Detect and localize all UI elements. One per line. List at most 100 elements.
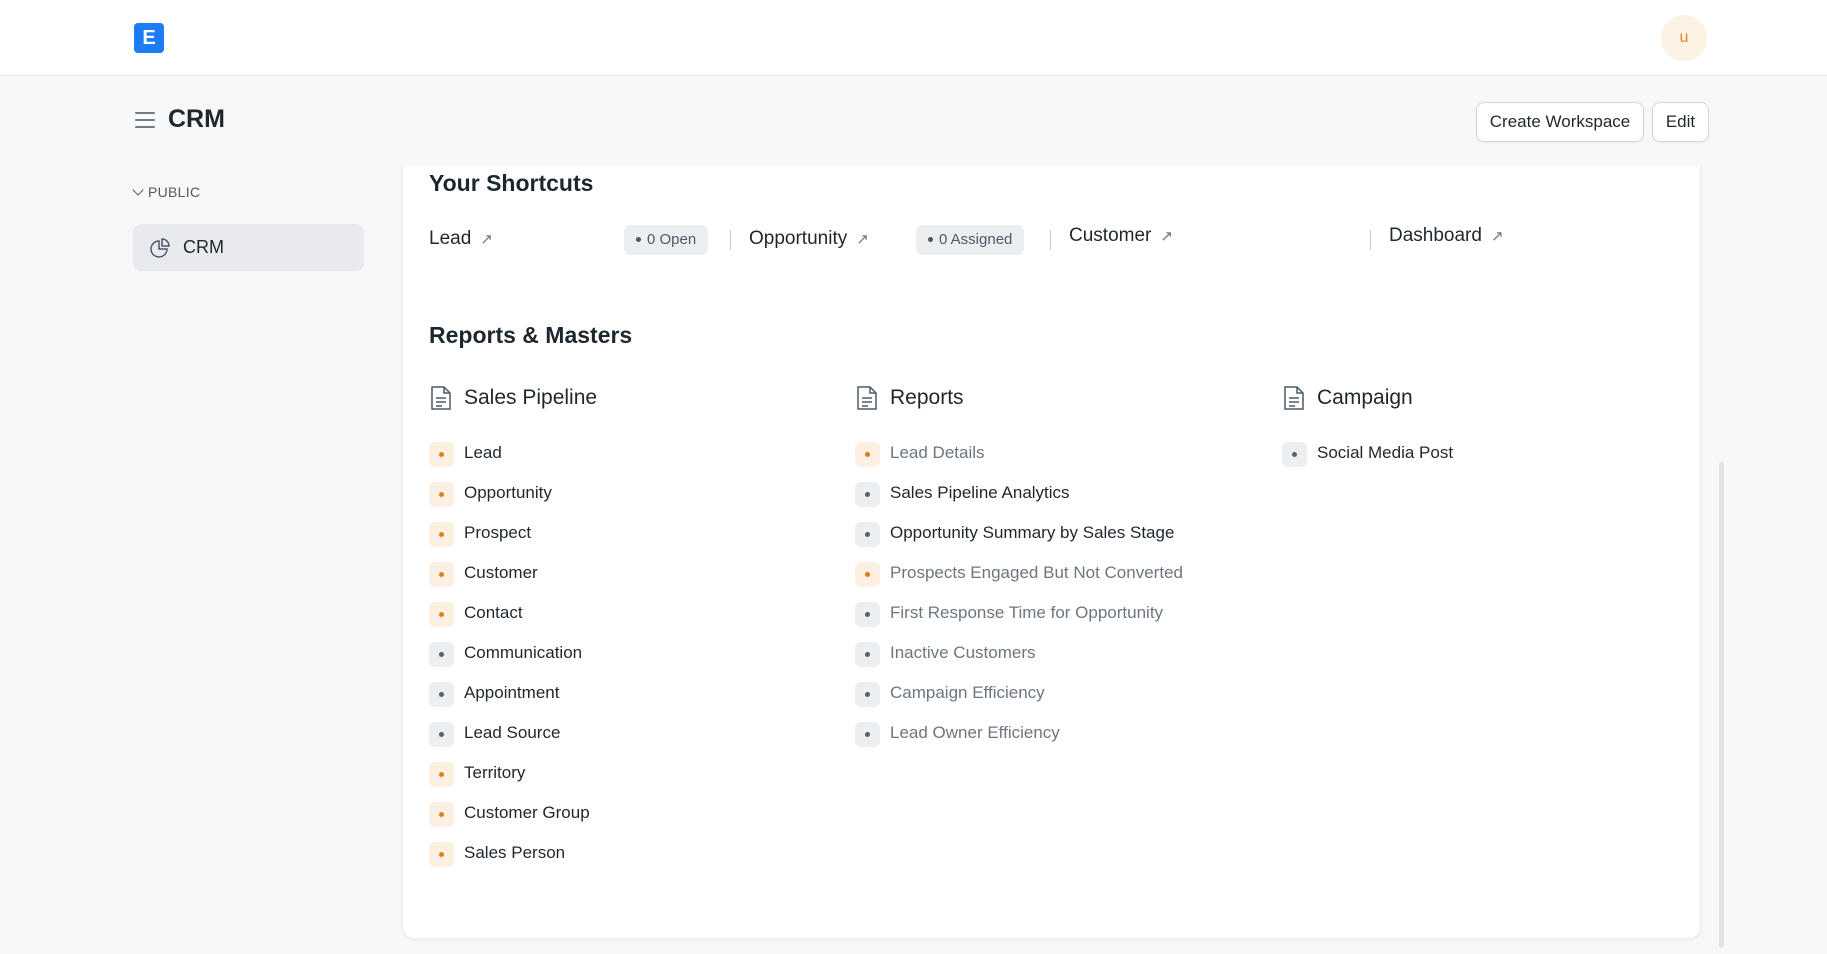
avatar[interactable]: u [1661,15,1707,61]
link-badge [855,722,880,747]
link-lead-owner-efficiency[interactable]: Lead Owner Efficiency [855,722,1060,747]
link-label: Prospects Engaged But Not Converted [890,563,1183,582]
shortcut-customer[interactable]: Customer ↗ [1069,225,1173,247]
link-label: Lead Owner Efficiency [890,723,1060,742]
link-badge [429,802,454,827]
external-arrow-icon: ↗ [480,231,493,248]
scrollbar[interactable] [1719,462,1724,948]
link-label: First Response Time for Opportunity [890,603,1164,622]
count-text: 0 Open [647,231,697,248]
link-label: Opportunity [464,483,552,502]
link-badge [855,682,880,707]
sidebar-item-label: CRM [183,237,224,257]
document-icon [1284,386,1304,410]
link-label: Lead Details [890,443,985,462]
link-badge [429,442,454,467]
link-prospects-engaged[interactable]: Prospects Engaged But Not Converted [855,562,1183,587]
shortcut-label: Opportunity [749,228,848,249]
shortcut-label: Dashboard [1389,225,1482,246]
link-label: Lead Source [464,723,561,742]
divider [730,230,731,250]
link-badge [429,562,454,587]
create-workspace-button[interactable]: Create Workspace [1476,102,1644,142]
link-prospect[interactable]: Prospect [429,522,532,547]
link-label: Appointment [464,683,560,702]
external-arrow-icon: ↗ [856,231,869,248]
shortcut-opportunity[interactable]: Opportunity ↗ [749,228,869,250]
link-badge [429,482,454,507]
link-badge [855,442,880,467]
shortcuts-heading: Your Shortcuts [429,170,594,196]
link-inactive-customers[interactable]: Inactive Customers [855,642,1036,667]
link-badge [429,842,454,867]
workspace-card [402,166,1701,939]
link-badge [855,522,880,547]
card-title-campaign[interactable]: Campaign [1284,386,1413,410]
link-badge [429,682,454,707]
shortcut-lead[interactable]: Lead ↗ [429,228,493,250]
link-badge [855,482,880,507]
chevron-down-icon [132,184,144,196]
link-sales-person[interactable]: Sales Person [429,842,566,867]
link-label: Territory [464,763,526,782]
shortcut-label: Customer [1069,225,1152,246]
sidebar-section-public[interactable]: PUBLIC [132,184,201,200]
link-campaign-efficiency[interactable]: Campaign Efficiency [855,682,1045,707]
link-appointment[interactable]: Appointment [429,682,560,707]
shortcut-dashboard[interactable]: Dashboard ↗ [1389,225,1504,247]
link-badge [429,522,454,547]
link-label: Contact [464,603,523,622]
reports-heading: Reports & Masters [429,322,633,348]
link-badge [429,762,454,787]
divider [1050,230,1051,250]
link-lead[interactable]: Lead [429,442,502,467]
link-badge [429,602,454,627]
external-arrow-icon: ↗ [1160,228,1173,245]
shortcut-count-badge: 0 Open [624,225,709,255]
link-label: Inactive Customers [890,643,1036,662]
dot-icon [928,237,933,242]
link-label: Sales Person [464,843,566,862]
page-header: CRM Create Workspace Edit [0,76,1827,166]
link-label: Communication [464,643,583,662]
link-badge [429,722,454,747]
link-social-media-post[interactable]: Social Media Post [1282,442,1454,467]
link-first-response-time[interactable]: First Response Time for Opportunity [855,602,1164,627]
sidebar-item-crm[interactable]: CRM [133,224,364,271]
link-label: Sales Pipeline Analytics [890,483,1070,502]
link-label: Opportunity Summary by Sales Stage [890,523,1175,542]
link-opportunity-summary[interactable]: Opportunity Summary by Sales Stage [855,522,1175,547]
sidebar-toggle-icon[interactable] [135,112,155,128]
link-lead-source[interactable]: Lead Source [429,722,561,747]
link-customer-group[interactable]: Customer Group [429,802,590,827]
pie-chart-icon [149,237,171,264]
link-label: Campaign Efficiency [890,683,1045,702]
link-badge [855,602,880,627]
link-contact[interactable]: Contact [429,602,523,627]
link-communication[interactable]: Communication [429,642,583,667]
link-label: Customer [464,563,538,582]
edit-button[interactable]: Edit [1652,102,1709,142]
link-label: Social Media Post [1317,443,1454,462]
app-logo[interactable]: E [134,23,164,53]
shortcut-label: Lead [429,228,472,249]
card-title-label: Campaign [1317,386,1413,409]
link-label: Prospect [464,523,532,542]
divider [1370,230,1371,250]
link-label: Lead [464,443,502,462]
external-arrow-icon: ↗ [1490,228,1504,245]
link-opportunity[interactable]: Opportunity [429,482,552,507]
sidebar-section-label: PUBLIC [148,184,201,200]
card-title-reports[interactable]: Reports [857,386,964,410]
page-title: CRM [168,105,225,133]
link-sales-pipeline-analytics[interactable]: Sales Pipeline Analytics [855,482,1070,507]
card-title-sales-pipeline[interactable]: Sales Pipeline [431,386,597,410]
navbar: E u [0,0,1827,76]
dot-icon [636,237,641,242]
link-lead-details[interactable]: Lead Details [855,442,985,467]
link-customer[interactable]: Customer [429,562,538,587]
link-badge [855,562,880,587]
link-badge [1282,442,1307,467]
document-icon [857,386,877,410]
link-territory[interactable]: Territory [429,762,526,787]
